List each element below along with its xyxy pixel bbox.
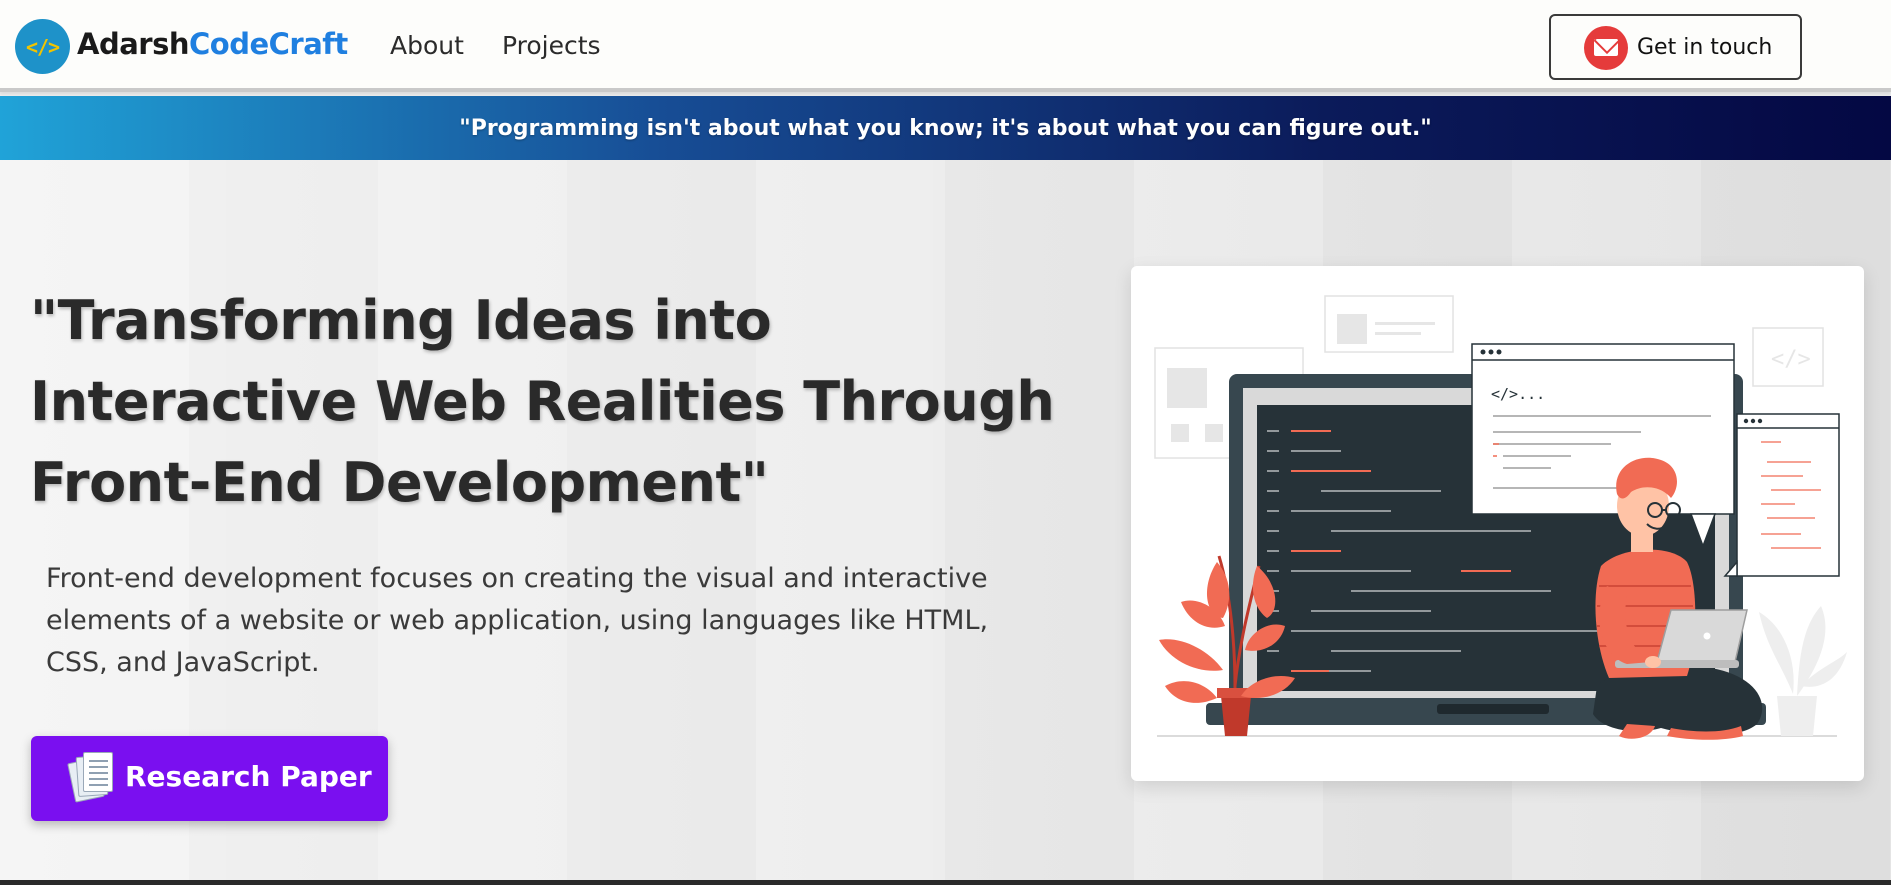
logo-glyph: </> bbox=[25, 34, 60, 59]
brand-name[interactable]: AdarshCodeCraft bbox=[77, 27, 348, 61]
hero-section: "Transforming Ideas into Interactive Web… bbox=[0, 160, 1891, 885]
get-in-touch-button[interactable]: Get in touch bbox=[1549, 14, 1802, 80]
research-paper-label: Research Paper bbox=[125, 760, 372, 793]
plant-right bbox=[1759, 606, 1847, 736]
brand-name-part1: Adarsh bbox=[77, 27, 189, 61]
document-stack-icon bbox=[67, 752, 115, 803]
brand-name-part2: CodeCraft bbox=[188, 27, 348, 61]
svg-text:</>: </> bbox=[1771, 347, 1811, 372]
nav-link-projects[interactable]: Projects bbox=[502, 31, 601, 60]
code-tag-text: </>... bbox=[1491, 385, 1545, 403]
quote-text: "Programming isn't about what you know; … bbox=[459, 115, 1432, 141]
hero-description: Front-end development focuses on creatin… bbox=[46, 563, 989, 678]
get-in-touch-label: Get in touch bbox=[1637, 35, 1773, 60]
navbar: </> AdarshCodeCraft About Projects Get i… bbox=[0, 0, 1891, 92]
hero-headline: "Transforming Ideas into Interactive Web… bbox=[30, 289, 1055, 514]
nav-link-about[interactable]: About bbox=[390, 31, 464, 60]
developer-with-laptop-illustration: </> </>... bbox=[1154, 295, 1847, 740]
research-paper-button[interactable]: Research Paper bbox=[31, 736, 388, 821]
logo-icon[interactable]: </> bbox=[15, 19, 70, 74]
hero-illustration: </> </>... bbox=[1131, 266, 1864, 781]
quote-banner: "Programming isn't about what you know; … bbox=[0, 96, 1891, 160]
envelope-icon bbox=[1584, 26, 1628, 70]
